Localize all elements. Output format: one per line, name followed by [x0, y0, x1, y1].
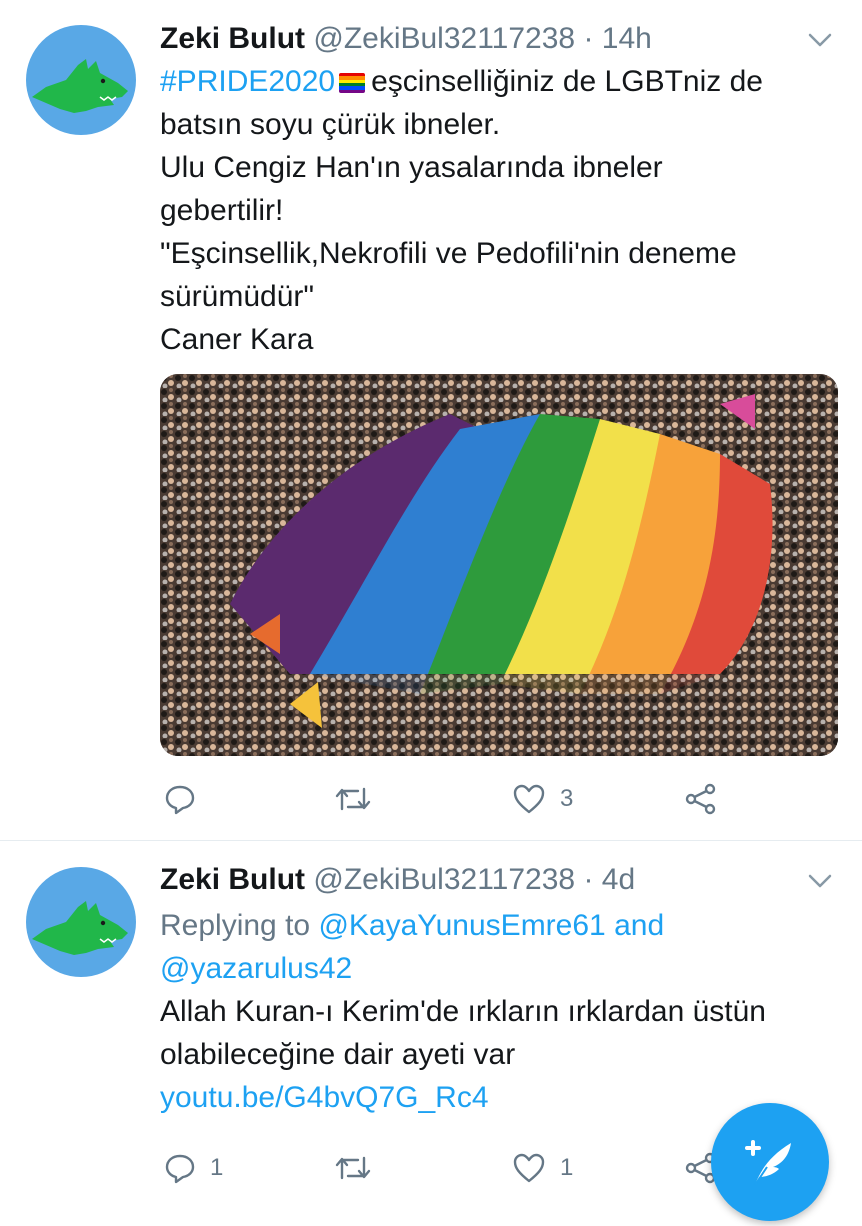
- chevron-down-icon[interactable]: [806, 867, 834, 895]
- retweet-icon[interactable]: [334, 783, 372, 815]
- replying-and-link[interactable]: and: [614, 909, 664, 942]
- mention-link[interactable]: @yazarulus42: [160, 947, 840, 990]
- hashtag-link[interactable]: #PRIDE2020: [160, 65, 335, 98]
- reply-count: 1: [210, 1154, 224, 1181]
- retweet-action[interactable]: [334, 779, 386, 819]
- reply-action[interactable]: 1: [164, 1148, 223, 1188]
- rainbow-flag-emoji-icon: [339, 73, 366, 93]
- mention-link[interactable]: @KayaYunusEmre61: [318, 909, 605, 942]
- tweet-actions: 3: [160, 779, 760, 819]
- tweet-timestamp[interactable]: 4d: [602, 863, 635, 896]
- like-action[interactable]: 3: [512, 779, 573, 819]
- heart-icon[interactable]: [512, 1152, 546, 1184]
- replying-to-label: Replying to: [160, 909, 311, 942]
- wolf-logo-icon: [32, 59, 128, 113]
- tweet-text: Replying to @KayaYunusEmre61 and @yazaru…: [160, 904, 840, 1119]
- compose-tweet-icon: [745, 1140, 791, 1186]
- author-handle[interactable]: @ZekiBul32117238: [313, 22, 575, 55]
- tweet-text-segment: eşcinselliğiniz de LGBTniz de: [371, 65, 763, 98]
- tweet-text-line: Allah Kuran-ı Kerim'de ırkların ırklarda…: [160, 995, 766, 1028]
- tweet-photo[interactable]: [160, 374, 838, 756]
- tweet-header: Zeki Bulut @ZekiBul32117238 · 4d: [160, 860, 822, 900]
- heart-icon[interactable]: [512, 783, 546, 815]
- tweet-text-line: Ulu Cengiz Han'ın yasalarında ibneler: [160, 151, 663, 184]
- share-action[interactable]: [684, 779, 718, 819]
- chevron-down-icon[interactable]: [806, 26, 834, 54]
- reply-icon[interactable]: [164, 1152, 196, 1184]
- reply-action[interactable]: [164, 779, 210, 819]
- tweet-text-line: Caner Kara: [160, 323, 314, 356]
- tweet-header: Zeki Bulut @ZekiBul32117238 · 14h: [160, 19, 822, 59]
- author-name[interactable]: Zeki Bulut: [160, 22, 305, 55]
- reply-icon[interactable]: [164, 783, 196, 815]
- author-name[interactable]: Zeki Bulut: [160, 863, 305, 896]
- separator-dot: ·: [583, 863, 594, 896]
- like-action[interactable]: 1: [512, 1148, 573, 1188]
- tweet-text-line: sürümüdür": [160, 280, 315, 313]
- tweet-text-line: olabileceğine dair ayeti var: [160, 1038, 516, 1071]
- share-icon[interactable]: [684, 782, 718, 816]
- tweet-text-line: batsın soyu çürük ibneler.: [160, 108, 501, 141]
- retweet-icon[interactable]: [334, 1152, 372, 1184]
- tweet-actions: 1 1: [160, 1148, 760, 1188]
- replying-to-line: Replying to @KayaYunusEmre61 and: [160, 904, 840, 947]
- tweet[interactable]: Zeki Bulut @ZekiBul32117238 · 14h #PRIDE…: [0, 0, 862, 840]
- like-count: 1: [560, 1154, 574, 1181]
- pride-crowd-photo: [160, 374, 838, 756]
- avatar[interactable]: [26, 25, 136, 135]
- tweet-text-line: #PRIDE2020 eşcinselliğiniz de LGBTniz de: [160, 60, 840, 103]
- tweet-text-line: gebertilir!: [160, 194, 284, 227]
- retweet-action[interactable]: [334, 1148, 386, 1188]
- tweet-text-line: "Eşcinsellik,Nekrofili ve Pedofili'nin d…: [160, 237, 737, 270]
- like-count: 3: [560, 785, 574, 812]
- avatar[interactable]: [26, 867, 136, 977]
- tweet-text: #PRIDE2020 eşcinselliğiniz de LGBTniz de …: [160, 60, 840, 361]
- wolf-logo-icon: [32, 901, 128, 955]
- author-handle[interactable]: @ZekiBul32117238: [313, 863, 575, 896]
- separator-dot: ·: [583, 22, 594, 55]
- compose-tweet-button[interactable]: [711, 1103, 829, 1221]
- tweet-timestamp[interactable]: 14h: [602, 22, 652, 55]
